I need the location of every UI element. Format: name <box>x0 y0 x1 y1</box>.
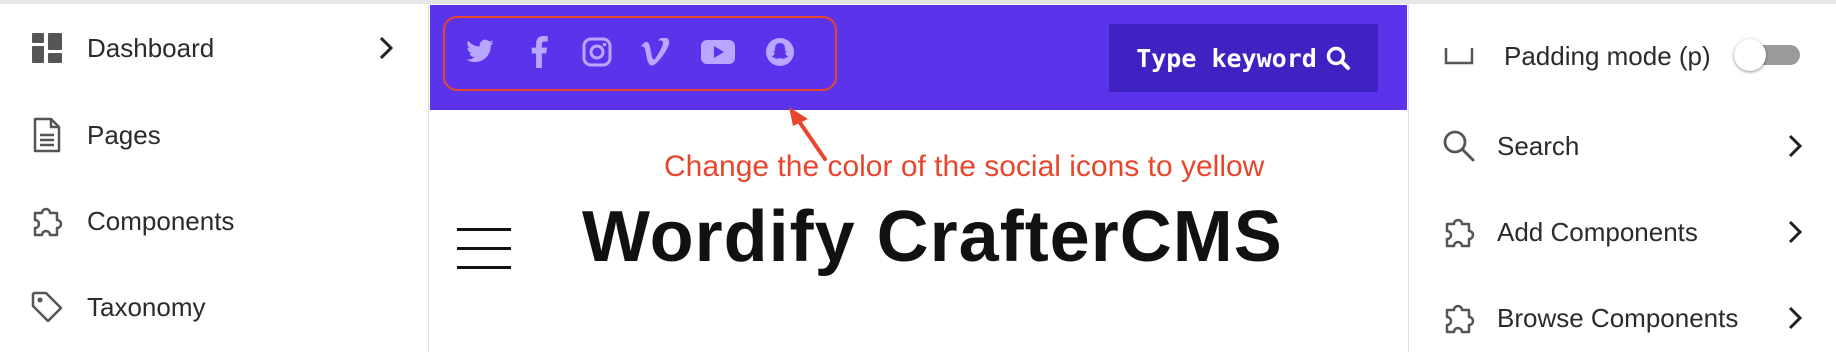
site-preview: Type keyword Change the color of the soc… <box>430 5 1407 352</box>
puzzle-icon <box>1439 212 1479 252</box>
chevron-right-icon <box>1781 218 1809 246</box>
panel-item-label: Add Components <box>1497 216 1698 247</box>
sidebar-item-label: Dashboard <box>87 32 215 63</box>
panel-item-label: Browse Components <box>1497 302 1739 333</box>
chevron-right-icon <box>1781 132 1809 160</box>
panel-item-browse-components[interactable]: Browse Components <box>1439 296 1809 340</box>
right-panel: Padding mode (p) Search Add Components B… <box>1408 5 1836 352</box>
sidebar-item-label: Components <box>87 205 235 236</box>
panel-item-label: Search <box>1497 130 1580 161</box>
sidebar-item-dashboard[interactable]: Dashboard <box>30 28 400 68</box>
padding-icon <box>1439 36 1479 76</box>
toggle-knob <box>1734 39 1766 71</box>
sidebar-item-taxonomy[interactable]: Taxonomy <box>30 287 400 327</box>
chevron-right-icon <box>1781 304 1809 332</box>
search-label: Type keyword <box>1136 43 1317 73</box>
sidebar-item-label: Pages <box>87 119 161 150</box>
dashboard-icon <box>30 31 64 65</box>
sidebar-item-label: Taxonomy <box>87 291 206 322</box>
search-icon <box>1439 126 1479 166</box>
padding-mode-toggle[interactable] <box>1734 39 1802 71</box>
annotation-text: Change the color of the social icons to … <box>664 150 1265 183</box>
panel-item-search[interactable]: Search <box>1439 124 1809 168</box>
top-divider <box>0 0 1836 4</box>
hamburger-menu-icon[interactable] <box>457 228 511 270</box>
puzzle-icon <box>30 204 64 238</box>
padding-mode-label: Padding mode (p) <box>1504 40 1711 71</box>
panel-item-add-components[interactable]: Add Components <box>1439 210 1809 254</box>
site-topbar: Type keyword <box>430 5 1407 110</box>
chevron-right-icon <box>372 34 400 62</box>
search-icon <box>1325 45 1351 71</box>
site-title: Wordify CrafterCMS <box>582 197 1283 277</box>
search-button[interactable]: Type keyword <box>1109 24 1378 92</box>
page-icon <box>30 117 64 153</box>
tag-icon <box>30 290 64 324</box>
left-sidebar: Dashboard Pages Components Taxonomy <box>0 5 429 352</box>
sidebar-item-pages[interactable]: Pages <box>30 115 400 155</box>
highlight-box <box>443 16 837 91</box>
puzzle-icon <box>1439 298 1479 338</box>
sidebar-item-components[interactable]: Components <box>30 201 400 241</box>
